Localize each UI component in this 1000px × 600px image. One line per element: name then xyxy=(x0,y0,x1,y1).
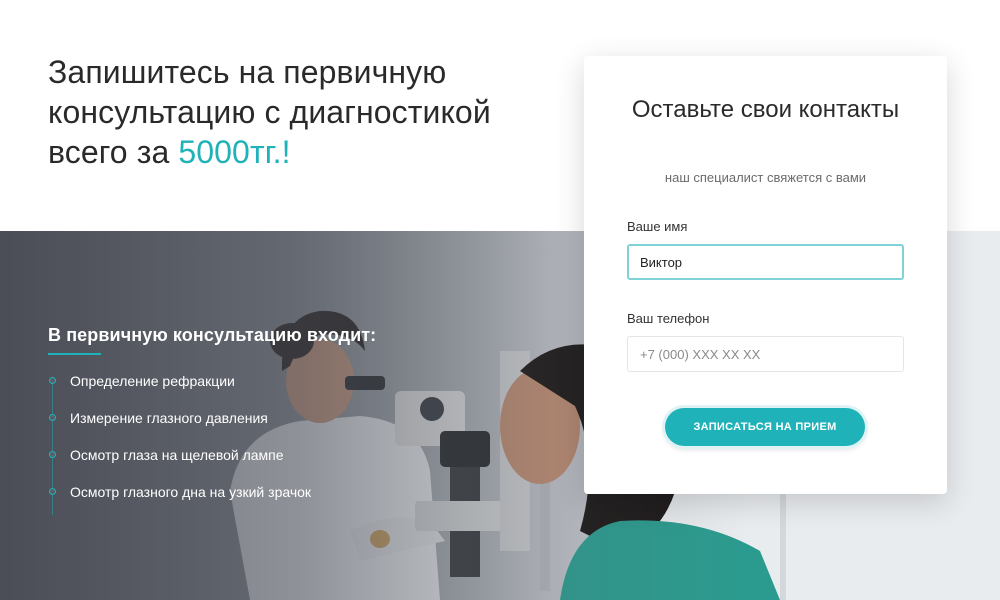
list-item-label: Измерение глазного давления xyxy=(70,410,268,426)
includes-list: Определение рефракции Измерение глазного… xyxy=(48,373,468,521)
submit-appointment-button[interactable]: ЗАПИСАТЬСЯ НА ПРИЕМ xyxy=(665,408,865,446)
contact-form: Оставьте свои контакты наш специалист св… xyxy=(584,56,947,494)
list-item-label: Осмотр глазного дна на узкий зрачок xyxy=(70,484,312,500)
list-item: Осмотр глаза на щелевой лампе xyxy=(48,447,468,484)
hero-line-3-prefix: всего за xyxy=(48,134,179,170)
bullet-dot-icon xyxy=(49,414,56,421)
phone-label: Ваш телефон xyxy=(627,311,710,326)
list-item-label: Осмотр глаза на щелевой лампе xyxy=(70,447,284,463)
hero-price: 5000тг. xyxy=(178,134,282,170)
hero-line-1: Запишитесь на первичную xyxy=(48,54,447,90)
hero-headline: Запишитесь на первичную консультацию с д… xyxy=(48,52,568,172)
bullet-dot-icon xyxy=(49,451,56,458)
list-item: Определение рефракции xyxy=(48,373,468,410)
phone-field[interactable] xyxy=(627,336,904,372)
form-subtitle: наш специалист свяжется с вами xyxy=(664,170,867,185)
hero-line-2: консультацию с диагностикой xyxy=(48,94,491,130)
consultation-includes: В первичную консультацию входит: Определ… xyxy=(48,323,468,521)
form-title: Оставьте свои контакты xyxy=(631,96,900,123)
name-label: Ваше имя xyxy=(627,219,688,234)
bullet-dot-icon xyxy=(49,488,56,495)
hero-line-3-suffix: ! xyxy=(281,134,291,170)
name-field[interactable] xyxy=(627,244,904,280)
list-item: Измерение глазного давления xyxy=(48,410,468,447)
list-item: Осмотр глазного дна на узкий зрачок xyxy=(48,484,468,521)
list-item-label: Определение рефракции xyxy=(70,373,235,389)
includes-title: В первичную консультацию входит: xyxy=(48,325,377,345)
bullet-dot-icon xyxy=(49,377,56,384)
includes-title-underline xyxy=(48,353,101,355)
